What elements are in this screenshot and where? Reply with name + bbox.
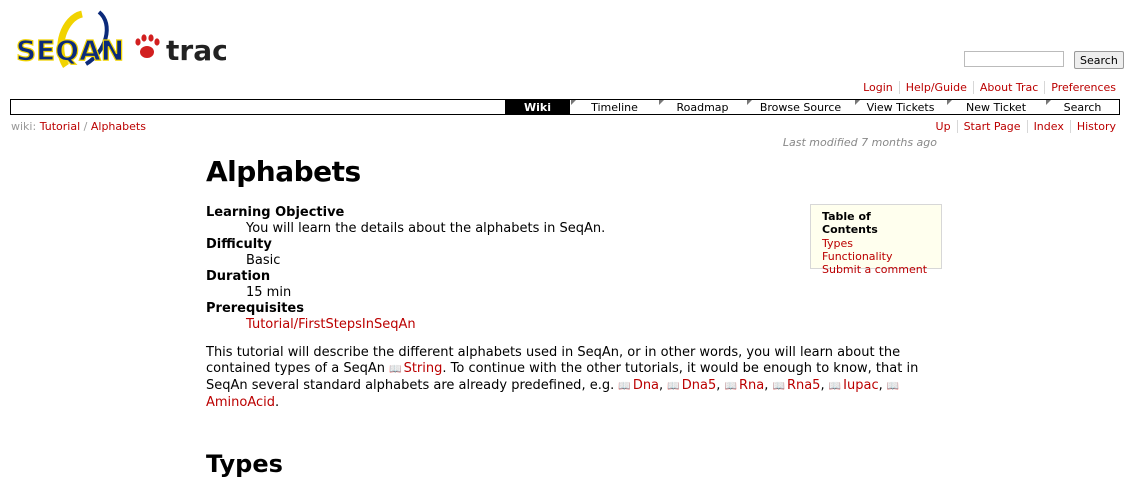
logo-brand-text: SEQAN (16, 34, 124, 67)
up-link[interactable]: Up (930, 120, 957, 133)
nav-tab-browse-source[interactable]: Browse Source (746, 100, 854, 114)
intro-paragraph: This tutorial will describe the differen… (206, 345, 936, 411)
meta-term-duration: Duration (206, 269, 271, 284)
dna-link[interactable]: Dna (618, 378, 659, 393)
page-title: Alphabets (206, 155, 361, 188)
breadcrumb-prefix: wiki: (11, 120, 37, 133)
meta-value-learning-objective: You will learn the details about the alp… (246, 221, 606, 236)
last-modified: Last modified 7 months ago (782, 136, 937, 149)
search-input[interactable] (964, 51, 1064, 67)
nav-tab-label: New Ticket (965, 100, 1027, 114)
preferences-link[interactable]: Preferences (1044, 81, 1122, 94)
meta-value-prerequisites: Tutorial/FirstStepsInSeqAn (246, 317, 605, 333)
iupac-link[interactable]: Iupac (829, 378, 879, 393)
breadcrumb-tutorial-link[interactable]: Tutorial (40, 120, 80, 133)
help-guide-link[interactable]: Help/Guide (898, 81, 973, 94)
nav-tab-label: View Tickets (866, 100, 935, 114)
history-link[interactable]: History (1069, 120, 1122, 133)
section-heading-types: Types (206, 450, 283, 478)
meta-term-prerequisites: Prerequisites (206, 301, 304, 316)
nav-tab-label: Browse Source (759, 100, 842, 114)
intro-sep: , (716, 378, 725, 393)
toc-title: Table of Contents (822, 210, 878, 236)
tutorial-meta-list: Learning Objective You will learn the de… (206, 205, 605, 333)
index-link[interactable]: Index (1026, 120, 1070, 133)
nav-tab-label: Wiki (524, 100, 551, 114)
login-link[interactable]: Login (857, 81, 899, 94)
toc-item-submit-comment[interactable]: Submit a comment (822, 263, 927, 276)
intro-sep: , (820, 378, 829, 393)
breadcrumb-separator: / (83, 120, 88, 133)
nav-tab-view-tickets[interactable]: View Tickets (854, 100, 946, 114)
meta-term-learning-objective: Learning Objective (206, 205, 345, 220)
dna5-link[interactable]: Dna5 (667, 378, 716, 393)
prerequisite-link[interactable]: Tutorial/FirstStepsInSeqAn (246, 317, 416, 332)
toc-item-types[interactable]: Types (822, 237, 853, 250)
intro-end: . (275, 395, 280, 410)
main-nav: Wiki Timeline Roadmap Browse Source View… (10, 99, 1120, 115)
nav-tab-wiki[interactable]: Wiki (504, 100, 570, 114)
nav-tab-roadmap[interactable]: Roadmap (658, 100, 746, 114)
breadcrumb: wiki: Tutorial / Alphabets (11, 120, 146, 133)
nav-tab-search[interactable]: Search (1045, 100, 1119, 114)
seqan-trac-logo[interactable]: SEQAN trac (14, 8, 226, 70)
toc-item-functionality[interactable]: Functionality (822, 250, 892, 263)
rna5-link[interactable]: Rna5 (772, 378, 820, 393)
search-button[interactable]: Search (1074, 51, 1124, 69)
paw-icon (135, 34, 160, 58)
nav-tab-label: Roadmap (676, 100, 729, 114)
meta-term-difficulty: Difficulty (206, 237, 272, 252)
logo-product-text: trac (166, 34, 226, 67)
meta-value-difficulty: Basic (246, 253, 281, 268)
nav-tab-label: Timeline (591, 100, 638, 114)
string-link[interactable]: String (389, 361, 442, 376)
about-trac-link[interactable]: About Trac (972, 81, 1044, 94)
rna-link[interactable]: Rna (725, 378, 765, 393)
nav-tab-timeline[interactable]: Timeline (570, 100, 658, 114)
meta-nav: Login Help/Guide About Trac Preferences (857, 81, 1122, 94)
table-of-contents: Table of Contents Types Functionality Su… (810, 204, 942, 276)
context-nav: Up Start Page Index History (930, 120, 1122, 133)
breadcrumb-alphabets-link[interactable]: Alphabets (91, 120, 146, 133)
nav-tab-new-ticket[interactable]: New Ticket (946, 100, 1045, 114)
start-page-link[interactable]: Start Page (956, 120, 1027, 133)
nav-tab-label: Search (1063, 100, 1102, 114)
intro-sep: , (878, 378, 887, 393)
meta-value-duration: 15 min (246, 285, 292, 300)
